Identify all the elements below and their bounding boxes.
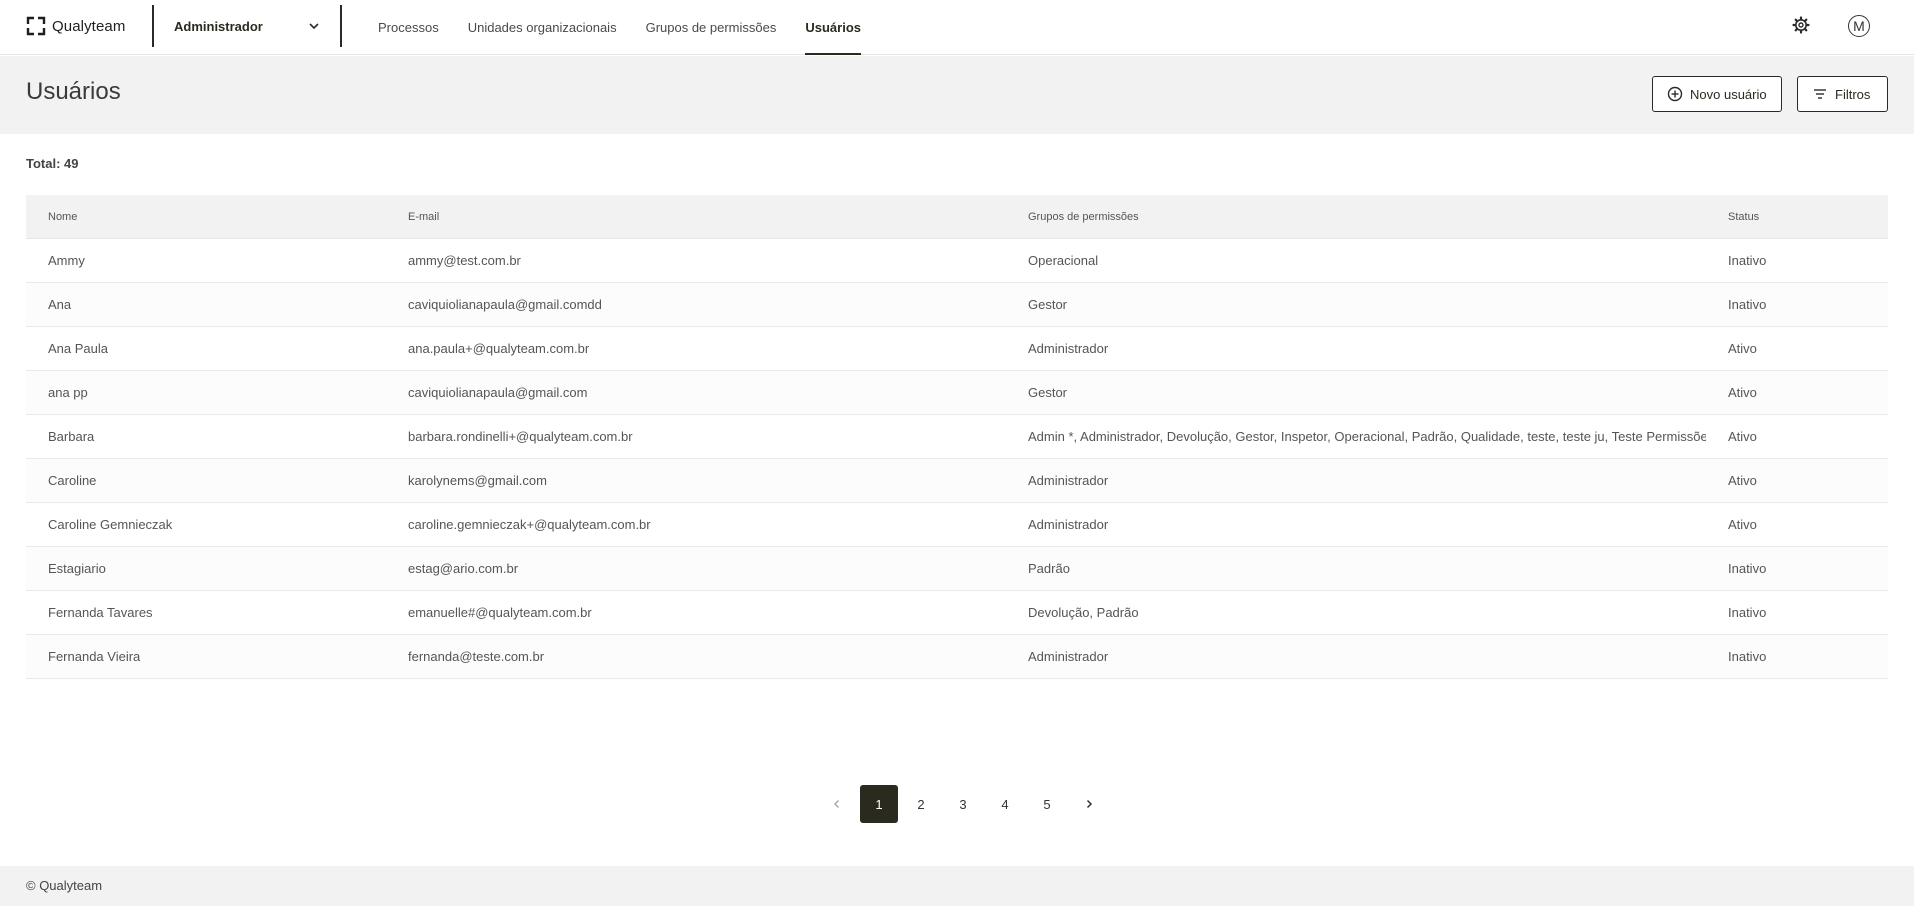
cell-status: Ativo	[1728, 517, 1757, 532]
table-row[interactable]: Ammy ammy@test.com.br Operacional Inativ…	[26, 239, 1888, 283]
cell-status: Ativo	[1728, 341, 1757, 356]
cell-status: Ativo	[1728, 473, 1757, 488]
column-header-grupos[interactable]: Grupos de permissões	[1006, 211, 1706, 223]
table-header-row: Nome E-mail Grupos de permissões Status	[26, 195, 1888, 239]
pagination: 1 2 3 4 5	[818, 785, 1112, 823]
cell-name: ana pp	[48, 385, 88, 400]
qualyteam-logo-icon	[26, 16, 46, 36]
filter-icon	[1814, 89, 1826, 99]
cell-groups: Gestor	[1028, 297, 1068, 312]
nav-item-grupos-de-permissoes[interactable]: Grupos de permissões	[646, 0, 777, 55]
filters-button[interactable]: Filtros	[1797, 76, 1888, 112]
cell-email: emanuelle#@qualyteam.com.br	[408, 605, 592, 620]
page-title: Usuários	[26, 78, 121, 105]
footer-copyright: © Qualyteam	[26, 878, 103, 893]
column-header-status[interactable]: Status	[1706, 211, 1888, 223]
cell-email: barbara.rondinelli+@qualyteam.com.br	[408, 429, 633, 444]
filters-label: Filtros	[1835, 86, 1871, 102]
table-row[interactable]: Fernanda Tavares emanuelle#@qualyteam.co…	[26, 591, 1888, 635]
cell-groups: Admin *, Administrador, Devolução, Gesto…	[1028, 429, 1706, 444]
cell-email: caviquiolianapaula@gmail.comdd	[408, 297, 602, 312]
cell-email: ammy@test.com.br	[408, 253, 521, 268]
chevron-right-icon	[1086, 799, 1093, 809]
users-table: Nome E-mail Grupos de permissões Status …	[26, 195, 1888, 679]
brand-name: Qualyteam	[52, 17, 126, 35]
nav-item-usuarios[interactable]: Usuários	[805, 0, 861, 55]
cell-groups: Administrador	[1028, 341, 1109, 356]
divider	[340, 5, 342, 47]
cell-name: Ana	[48, 297, 72, 312]
footer: © Qualyteam	[0, 866, 1914, 906]
cell-name: Caroline	[48, 473, 97, 488]
total-count: Total: 49	[26, 156, 79, 171]
context-select-value: Administrador	[174, 18, 263, 34]
cell-status: Inativo	[1728, 561, 1767, 576]
cell-status: Ativo	[1728, 429, 1757, 444]
table-row[interactable]: Ana caviquiolianapaula@gmail.comdd Gesto…	[26, 283, 1888, 327]
cell-name: Barbara	[48, 429, 95, 444]
table-row[interactable]: Caroline Gemnieczak caroline.gemnieczak+…	[26, 503, 1888, 547]
settings-button[interactable]	[1791, 15, 1811, 35]
nav-item-processos[interactable]: Processos	[378, 0, 439, 55]
cell-status: Inativo	[1728, 253, 1767, 268]
page-button-1[interactable]: 1	[860, 785, 898, 823]
cell-status: Inativo	[1728, 297, 1767, 312]
page-button-3[interactable]: 3	[944, 785, 982, 823]
table-row[interactable]: Barbara barbara.rondinelli+@qualyteam.co…	[26, 415, 1888, 459]
cell-groups: Administrador	[1028, 473, 1109, 488]
new-user-button[interactable]: Novo usuário	[1652, 76, 1782, 112]
main-nav: Processos Unidades organizacionais Grupo…	[378, 0, 890, 55]
table-row[interactable]: Fernanda Vieira fernanda@teste.com.br Ad…	[26, 635, 1888, 679]
cell-status: Inativo	[1728, 605, 1767, 620]
chevron-down-icon	[309, 23, 319, 30]
page-button-2[interactable]: 2	[902, 785, 940, 823]
table-row[interactable]: Estagiario estag@ario.com.br Padrão Inat…	[26, 547, 1888, 591]
page-header: Usuários Novo usuário Filtros	[0, 56, 1914, 134]
chevron-left-icon	[833, 799, 840, 809]
cell-name: Caroline Gemnieczak	[48, 517, 173, 532]
brand-logo[interactable]: Qualyteam	[26, 14, 125, 38]
new-user-label: Novo usuário	[1690, 86, 1767, 102]
cell-name: Ammy	[48, 253, 85, 268]
cell-name: Estagiario	[48, 561, 106, 576]
cell-email: karolynems@gmail.com	[408, 473, 547, 488]
cell-email: caroline.gemnieczak+@qualyteam.com.br	[408, 517, 651, 532]
cell-groups: Gestor	[1028, 385, 1068, 400]
cell-email: caviquiolianapaula@gmail.com	[408, 385, 588, 400]
page-button-4[interactable]: 4	[986, 785, 1024, 823]
cell-status: Inativo	[1728, 649, 1767, 664]
user-avatar[interactable]: M	[1848, 15, 1870, 37]
table-row[interactable]: Ana Paula ana.paula+@qualyteam.com.br Ad…	[26, 327, 1888, 371]
plus-circle-icon	[1667, 86, 1683, 102]
prev-page-button[interactable]	[818, 785, 856, 823]
column-header-nome[interactable]: Nome	[26, 211, 386, 223]
table-row[interactable]: Caroline karolynems@gmail.com Administra…	[26, 459, 1888, 503]
cell-name: Fernanda Vieira	[48, 649, 141, 664]
cell-name: Fernanda Tavares	[48, 605, 153, 620]
page-button-5[interactable]: 5	[1028, 785, 1066, 823]
divider	[152, 5, 154, 47]
cell-status: Ativo	[1728, 385, 1757, 400]
cell-email: ana.paula+@qualyteam.com.br	[408, 341, 590, 356]
cell-groups: Administrador	[1028, 649, 1109, 664]
next-page-button[interactable]	[1070, 785, 1108, 823]
cell-groups: Operacional	[1028, 253, 1099, 268]
cell-groups: Administrador	[1028, 517, 1109, 532]
cell-groups: Devolução, Padrão	[1028, 605, 1139, 620]
cell-groups: Padrão	[1028, 561, 1070, 576]
table-row[interactable]: ana pp caviquiolianapaula@gmail.com Gest…	[26, 371, 1888, 415]
column-header-email[interactable]: E-mail	[386, 211, 1006, 223]
cell-name: Ana Paula	[48, 341, 108, 356]
cell-email: estag@ario.com.br	[408, 561, 519, 576]
nav-item-unidades-organizacionais[interactable]: Unidades organizacionais	[468, 0, 617, 55]
context-select[interactable]: Administrador	[174, 10, 320, 42]
top-bar: Qualyteam Administrador Processos Unidad…	[0, 0, 1914, 55]
cell-email: fernanda@teste.com.br	[408, 649, 545, 664]
gear-icon	[1792, 16, 1810, 34]
